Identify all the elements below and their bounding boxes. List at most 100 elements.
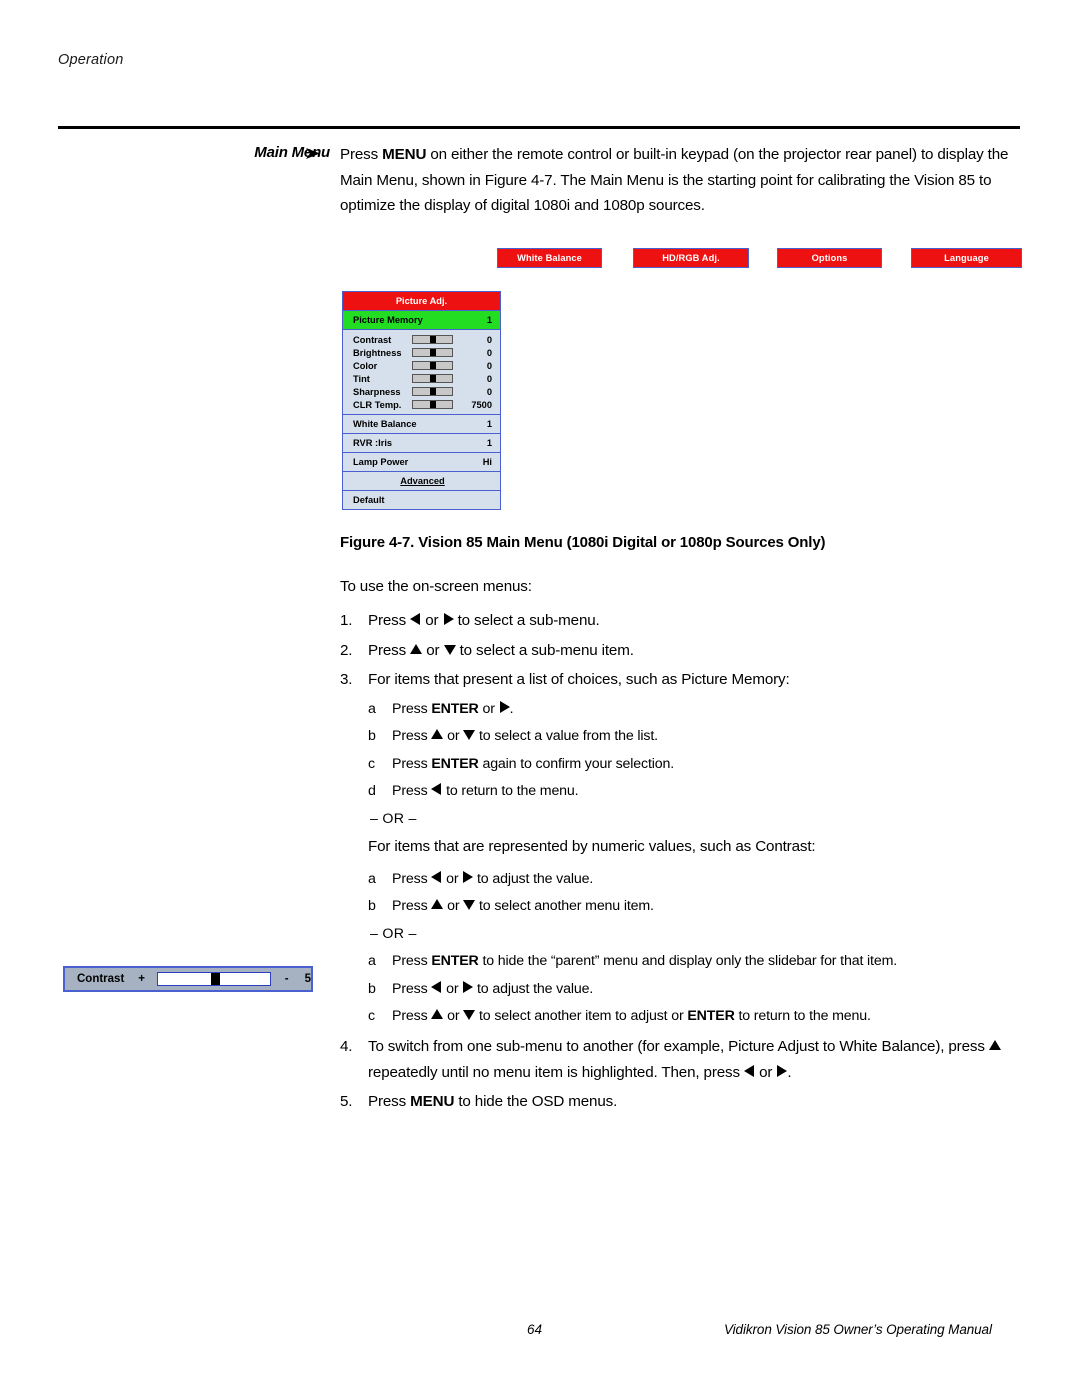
step-5-text: Press MENU to hide the OSD menus. xyxy=(368,1089,1030,1115)
osd-slider-bar-wrap[interactable] xyxy=(409,335,455,344)
up-arrow-icon xyxy=(431,729,444,739)
osd-item-row[interactable]: White Balance 1 xyxy=(343,415,500,434)
substep-3b-text: Press or to select a value from the list… xyxy=(392,724,1030,748)
substep-3c-pre: Press xyxy=(392,755,432,772)
osd-slider-track[interactable] xyxy=(411,361,453,370)
osd-slider-thumb[interactable] xyxy=(429,388,436,395)
osd-slider-row[interactable]: Color 0 xyxy=(343,359,500,372)
numeric-a-or: or xyxy=(442,870,463,887)
enter-b-post: to adjust the value. xyxy=(473,980,594,997)
up-arrow-icon xyxy=(410,643,423,654)
substep-3d-text: Press to return to the menu. xyxy=(392,779,1030,803)
osd-slider-track[interactable] xyxy=(411,387,453,396)
osd-slider-label: Contrast xyxy=(353,334,392,345)
osd-slider-value: 0 xyxy=(486,386,492,397)
substep-3b-post: to select a value from the list. xyxy=(475,728,658,744)
osd-slider-row[interactable]: Tint 0 xyxy=(343,372,500,385)
enter-c-pre: Press xyxy=(392,1008,432,1024)
osd-slider-track[interactable] xyxy=(411,400,453,409)
substep-3b: b Press or to select a value from the li… xyxy=(340,724,1030,748)
osd-slider-row[interactable]: CLR Temp. 7500 xyxy=(343,398,500,411)
margin-arrow-icon xyxy=(305,146,321,163)
step-1-mid: or xyxy=(421,612,443,629)
step-4-line2-c: or xyxy=(755,1063,777,1081)
osd-tab-hd-rgb-adj[interactable]: HD/RGB Adj. xyxy=(633,248,749,268)
right-arrow-icon xyxy=(443,613,454,625)
osd-row-advanced-label: Advanced xyxy=(400,476,445,486)
step-1-post: to select a sub-menu. xyxy=(453,612,600,629)
osd-slider-thumb[interactable] xyxy=(429,401,436,408)
osd-item-row[interactable]: Lamp Power Hi xyxy=(343,453,500,472)
osd-slider-row[interactable]: Contrast 0 xyxy=(343,333,500,346)
osd-item-label: Lamp Power xyxy=(353,457,409,467)
substep-3d-letter: d xyxy=(368,783,376,799)
contrast-slidebar-minus[interactable]: - xyxy=(285,973,289,985)
intro-paragraph: Press MENU on either the remote control … xyxy=(340,142,1026,219)
down-arrow-icon xyxy=(443,644,456,655)
osd-item-value: Hi xyxy=(482,457,492,467)
step-4-line2-b: repeatedly until no menu item is highlig… xyxy=(368,1063,744,1081)
osd-tab-bar: White Balance HD/RGB Adj. Options Langua… xyxy=(497,248,1022,268)
numeric-substep-a: a Press or to adjust the value. xyxy=(340,867,1030,891)
contrast-slidebar-thumb[interactable] xyxy=(210,973,220,985)
enter-substep-a-letter: a xyxy=(368,953,376,969)
footer-page-number: 64 xyxy=(527,1322,543,1337)
osd-panel-title: Picture Adj. xyxy=(343,292,500,311)
osd-item-value: 1 xyxy=(486,419,492,429)
contrast-slidebar-track[interactable] xyxy=(157,972,271,986)
up-arrow-icon xyxy=(431,899,444,909)
substep-3a-pre: Press xyxy=(392,700,432,717)
osd-slider-value: 0 xyxy=(486,360,492,371)
numeric-a-pre: Press xyxy=(392,870,432,887)
osd-slider-bar-wrap[interactable] xyxy=(409,374,455,383)
osd-slider-group: Contrast 0 Brightness 0 Color 0 Tint 0 Sharpness… xyxy=(343,330,500,415)
enter-substep-b-letter: b xyxy=(368,980,376,997)
osd-slider-bar-wrap[interactable] xyxy=(409,387,455,396)
substep-3d-pre: Press xyxy=(392,783,432,799)
step-5-menu-keyword: MENU xyxy=(410,1093,455,1110)
osd-slider-row[interactable]: Sharpness 0 xyxy=(343,385,500,398)
osd-slider-thumb[interactable] xyxy=(429,336,436,343)
up-arrow-icon xyxy=(431,1009,444,1019)
step-1: 1. Press or to select a sub-menu. xyxy=(340,608,1030,634)
enter-substep-b: b Press or to adjust the value. xyxy=(340,977,1030,1001)
osd-slider-row[interactable]: Brightness 0 xyxy=(343,346,500,359)
step-5: 5. Press MENU to hide the OSD menus. xyxy=(340,1089,1030,1115)
footer-manual-title: Vidikron Vision 85 Owner’s Operating Man… xyxy=(724,1322,992,1337)
osd-slider-bar-wrap[interactable] xyxy=(409,400,455,409)
osd-slider-label: Color xyxy=(353,360,378,371)
enter-substep-c: c Press or to select another item to adj… xyxy=(340,1004,1030,1028)
step-5-post: to hide the OSD menus. xyxy=(454,1093,618,1110)
osd-item-row[interactable]: RVR :Iris 1 xyxy=(343,434,500,453)
contrast-slidebar-value: 5 xyxy=(304,973,311,985)
osd-row-default[interactable]: Default xyxy=(343,491,500,509)
osd-slider-track[interactable] xyxy=(411,348,453,357)
osd-row-default-label: Default xyxy=(353,495,385,505)
contrast-slidebar-plus[interactable]: + xyxy=(138,973,145,985)
enter-a-post: to hide the “parent” menu and display on… xyxy=(478,953,898,969)
osd-tab-white-balance[interactable]: White Balance xyxy=(497,248,602,268)
substep-3c-text: Press ENTER again to confirm your select… xyxy=(392,752,1030,776)
osd-tab-options[interactable]: Options xyxy=(777,248,882,268)
substep-3b-letter: b xyxy=(368,728,376,744)
left-arrow-icon xyxy=(431,870,442,883)
osd-slider-track[interactable] xyxy=(411,374,453,383)
osd-tab-language[interactable]: Language xyxy=(911,248,1022,268)
step-4-line2-a: press xyxy=(948,1038,989,1055)
osd-slider-bar-wrap[interactable] xyxy=(409,348,455,357)
osd-slider-track[interactable] xyxy=(411,335,453,344)
osd-slider-label: Tint xyxy=(353,373,370,384)
running-head: Operation xyxy=(58,52,124,68)
osd-slider-bar-wrap[interactable] xyxy=(409,361,455,370)
osd-row-advanced[interactable]: Advanced xyxy=(343,472,500,491)
step-3-number: 3. xyxy=(340,671,353,688)
osd-slider-thumb[interactable] xyxy=(429,362,436,369)
numeric-substep-a-letter: a xyxy=(368,870,376,887)
osd-row-picture-memory[interactable]: Picture Memory 1 xyxy=(343,311,500,330)
step-4-number: 4. xyxy=(340,1038,353,1055)
osd-slider-thumb[interactable] xyxy=(429,375,436,382)
header-rule xyxy=(58,126,1020,129)
osd-slider-label: Sharpness xyxy=(353,386,401,397)
substep-3a-enter-keyword: ENTER xyxy=(431,700,479,717)
osd-slider-thumb[interactable] xyxy=(429,349,436,356)
